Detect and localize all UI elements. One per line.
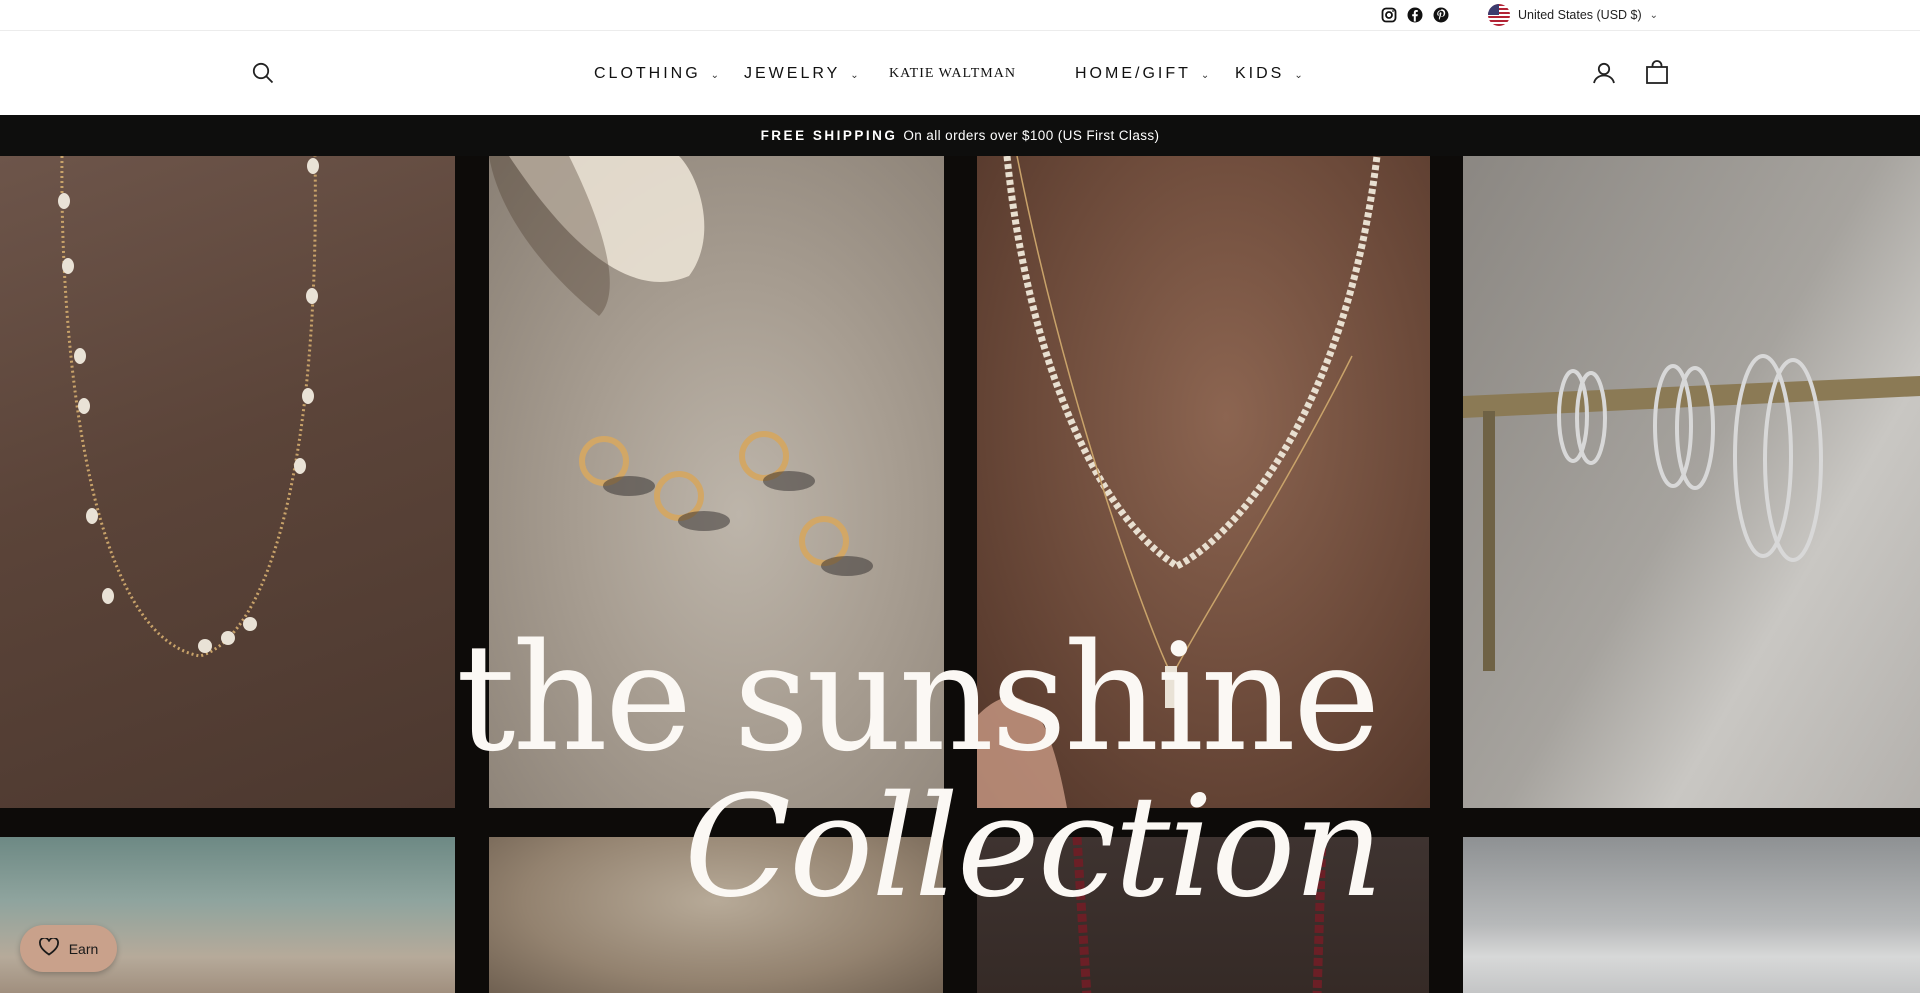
nav-home-gift-label: HOME/GIFT [1075,65,1191,82]
currency-selector[interactable]: United States (USD $) ⌄ [1488,4,1658,26]
hero-headline-line2: Collection [684,766,1384,929]
rewards-button[interactable]: Earn [20,925,117,972]
heart-icon [38,936,59,959]
currency-label: United States (USD $) [1518,8,1642,22]
nav-jewelry[interactable]: JEWELRY ⌄ [744,59,859,89]
chevron-down-icon: ⌄ [1294,69,1303,81]
pinterest-icon[interactable] [1432,6,1449,23]
chevron-down-icon: ⌄ [710,69,720,81]
nav-kids[interactable]: KIDS ⌄ [1235,59,1303,89]
nav-katie-waltman[interactable]: KATIE WALTMAN [889,59,1016,89]
hero-image-silver-hoops [1463,156,1920,808]
announcement-text: On all orders over $100 (US First Class) [903,128,1160,143]
announcement-strong: FREE SHIPPING [760,128,898,143]
facebook-icon[interactable] [1406,6,1423,23]
nav-katie-waltman-label: KATIE WALTMAN [889,66,1016,81]
nav-jewelry-label: JEWELRY [744,65,841,82]
hero-image-sea-horizon [1463,837,1920,993]
utility-bar: United States (USD $) ⌄ [0,0,1920,31]
chevron-down-icon: ⌄ [850,69,859,81]
nav-clothing[interactable]: CLOTHING ⌄ [594,59,719,89]
nav-clothing-label: CLOTHING [594,65,701,82]
hero-headline-line1: the sunshine [456,612,1381,784]
rewards-label: Earn [68,940,99,957]
cart-icon[interactable] [1644,59,1670,85]
hero-image-pearl-necklace [0,156,455,808]
us-flag-icon [1488,4,1510,26]
main-nav: CLOTHING ⌄ JEWELRY ⌄ KATIE WALTMAN HOME/… [0,59,1920,89]
hero-banner[interactable]: the sunshine Collection [0,156,1920,993]
instagram-icon[interactable] [1380,6,1397,23]
chevron-down-icon: ⌄ [1200,69,1210,81]
nav-home-gift[interactable]: HOME/GIFT ⌄ [1075,59,1209,89]
social-links [1380,6,1449,23]
site-header: CLOTHING ⌄ JEWELRY ⌄ KATIE WALTMAN HOME/… [0,31,1920,115]
chevron-down-icon: ⌄ [1649,9,1659,21]
announcement-bar: FREE SHIPPING On all orders over $100 (U… [0,115,1920,156]
nav-kids-label: KIDS [1235,65,1285,82]
account-icon[interactable] [1591,60,1617,86]
